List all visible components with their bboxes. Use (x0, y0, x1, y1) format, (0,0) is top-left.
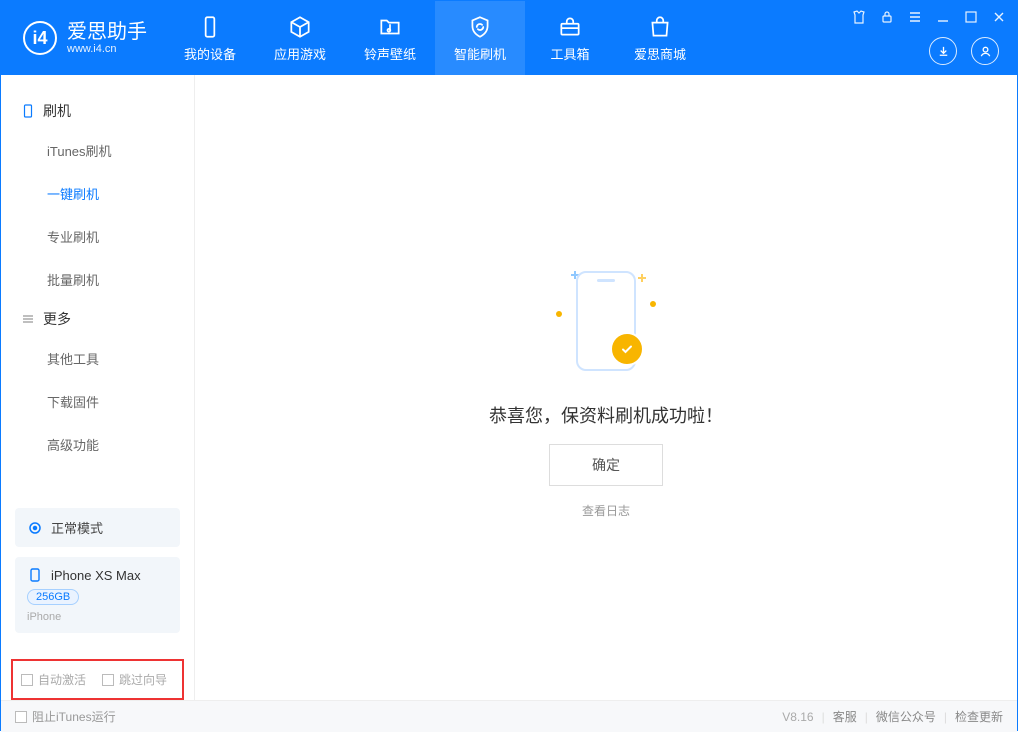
footer-right: V8.16 | 客服 | 微信公众号 | 检查更新 (782, 708, 1003, 725)
view-log-link[interactable]: 查看日志 (582, 502, 630, 519)
nav-toolbox[interactable]: 工具箱 (525, 1, 615, 75)
sidebar-item-batch[interactable]: 批量刷机 (1, 258, 194, 301)
sidebar-item-pro[interactable]: 专业刷机 (1, 215, 194, 258)
nav-label: 铃声壁纸 (364, 44, 416, 63)
success-message: 恭喜您，保资料刷机成功啦！ (489, 402, 723, 428)
nav-label: 智能刷机 (454, 44, 506, 63)
list-icon (21, 312, 35, 326)
phone-icon (27, 567, 43, 583)
footer-link-support[interactable]: 客服 (833, 708, 857, 725)
music-folder-icon (377, 14, 403, 40)
checkbox-label: 跳过向导 (119, 671, 167, 688)
nav-label: 应用游戏 (274, 44, 326, 63)
checkbox-label: 自动激活 (38, 671, 86, 688)
success-check-icon (610, 332, 644, 366)
nav-my-device[interactable]: 我的设备 (165, 1, 255, 75)
flash-options-highlight: 自动激活 跳过向导 (11, 659, 184, 700)
shield-refresh-icon (467, 14, 493, 40)
app-name-cn: 爱思助手 (67, 21, 147, 43)
footer-left: 阻止iTunes运行 (15, 708, 116, 725)
header-actions (929, 37, 999, 65)
device-storage: 256GB (27, 589, 79, 605)
maximize-icon[interactable] (963, 9, 979, 25)
device-info[interactable]: iPhone XS Max 256GB iPhone (15, 557, 180, 633)
nav-flash[interactable]: 智能刷机 (435, 1, 525, 75)
mode-icon (27, 520, 43, 536)
sidebar-item-itunes[interactable]: iTunes刷机 (1, 129, 194, 172)
mode-label: 正常模式 (51, 518, 103, 537)
confirm-button[interactable]: 确定 (549, 444, 663, 486)
main-content: 恭喜您，保资料刷机成功啦！ 确定 查看日志 (195, 75, 1017, 700)
logo-icon: i4 (23, 21, 57, 55)
cube-icon (287, 14, 313, 40)
minimize-icon[interactable] (935, 9, 951, 25)
device-name: iPhone XS Max (51, 568, 141, 583)
window-controls (851, 9, 1007, 25)
checkbox-icon (21, 674, 33, 686)
checkbox-block-itunes[interactable]: 阻止iTunes运行 (15, 708, 116, 725)
status-bar: 阻止iTunes运行 V8.16 | 客服 | 微信公众号 | 检查更新 (1, 700, 1017, 732)
nav-store[interactable]: 爱思商城 (615, 1, 705, 75)
checkbox-icon (15, 711, 27, 723)
close-icon[interactable] (991, 9, 1007, 25)
app-header: i4 爱思助手 www.i4.cn 我的设备 应用游戏 铃声壁纸 智能刷机 工具… (1, 1, 1017, 75)
device-panel: 正常模式 iPhone XS Max 256GB iPhone (15, 508, 180, 643)
sidebar-section-flash: 刷机 (1, 93, 194, 129)
main-nav: 我的设备 应用游戏 铃声壁纸 智能刷机 工具箱 爱思商城 (165, 1, 705, 75)
shirt-icon[interactable] (851, 9, 867, 25)
toolbox-icon (557, 14, 583, 40)
sidebar-section-more: 更多 (1, 301, 194, 337)
sidebar-item-oneclick[interactable]: 一键刷机 (1, 172, 194, 215)
device-mode[interactable]: 正常模式 (15, 508, 180, 547)
checkbox-label: 阻止iTunes运行 (32, 708, 116, 725)
lock-icon[interactable] (879, 9, 895, 25)
nav-ringtone[interactable]: 铃声壁纸 (345, 1, 435, 75)
sidebar-item-other[interactable]: 其他工具 (1, 337, 194, 380)
section-title: 刷机 (43, 101, 71, 121)
version-label: V8.16 (782, 710, 813, 724)
app-logo: i4 爱思助手 www.i4.cn (1, 1, 165, 75)
user-icon[interactable] (971, 37, 999, 65)
sidebar-item-firmware[interactable]: 下载固件 (1, 380, 194, 423)
app-name-en: www.i4.cn (67, 43, 147, 55)
nav-apps[interactable]: 应用游戏 (255, 1, 345, 75)
menu-icon[interactable] (907, 9, 923, 25)
nav-label: 我的设备 (184, 44, 236, 63)
app-body: 刷机 iTunes刷机 一键刷机 专业刷机 批量刷机 更多 其他工具 下载固件 … (1, 75, 1017, 700)
logo-text: 爱思助手 www.i4.cn (67, 21, 147, 55)
store-icon (647, 14, 673, 40)
footer-link-update[interactable]: 检查更新 (955, 708, 1003, 725)
nav-label: 工具箱 (550, 44, 589, 63)
footer-link-wechat[interactable]: 微信公众号 (876, 708, 936, 725)
nav-label: 爱思商城 (634, 44, 686, 63)
sidebar-item-advanced[interactable]: 高级功能 (1, 423, 194, 466)
success-illustration (516, 256, 696, 386)
checkbox-auto-activate[interactable]: 自动激活 (21, 671, 86, 688)
device-icon (197, 14, 223, 40)
download-icon[interactable] (929, 37, 957, 65)
section-title: 更多 (43, 309, 71, 329)
checkbox-icon (102, 674, 114, 686)
device-type: iPhone (27, 611, 61, 623)
phone-icon (21, 104, 35, 118)
sidebar: 刷机 iTunes刷机 一键刷机 专业刷机 批量刷机 更多 其他工具 下载固件 … (1, 75, 195, 700)
checkbox-skip-guide[interactable]: 跳过向导 (102, 671, 167, 688)
